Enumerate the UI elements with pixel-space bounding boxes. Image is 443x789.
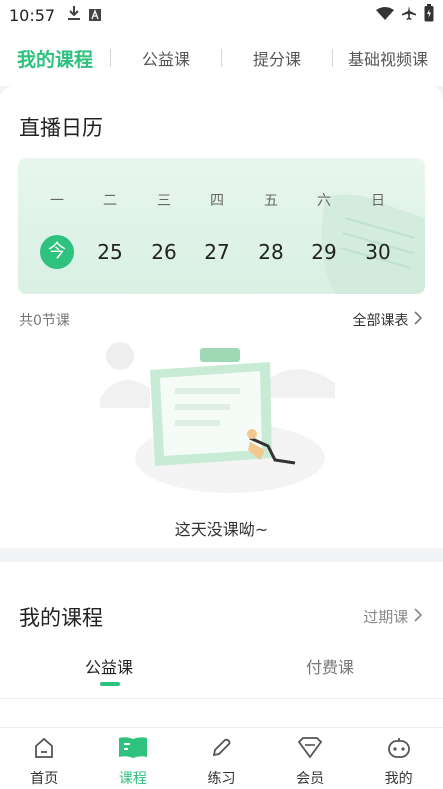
my-courses-card: 我的课程 过期课 公益课 付费课 — [0, 562, 443, 727]
nav-practice-label: 练习 — [207, 771, 236, 787]
tab-my-courses[interactable]: 我的课程 — [0, 45, 110, 72]
nav-membership[interactable]: 会员 — [266, 728, 355, 789]
empty-state-text: 这天没课呦~ — [174, 520, 269, 539]
status-bar: 10:57 — [0, 0, 443, 30]
lesson-count: 共0节课 — [19, 313, 70, 329]
nav-profile-label: 我的 — [384, 771, 413, 787]
robot-face-icon — [386, 736, 412, 764]
divider — [0, 698, 443, 699]
calendar-title: 直播日历 — [19, 116, 103, 140]
tab-public-courses[interactable]: 公益课 — [111, 46, 221, 70]
weekday-label: 三 — [157, 193, 171, 209]
date-cell[interactable]: 28 — [251, 240, 291, 264]
nav-courses-label: 课程 — [118, 771, 147, 787]
weekday-label: 一 — [50, 193, 64, 209]
all-schedule-link[interactable]: 全部课表 — [353, 310, 423, 330]
book-icon — [118, 736, 148, 764]
chevron-right-icon — [413, 608, 423, 626]
battery-icon — [424, 4, 434, 26]
chevron-right-icon — [413, 311, 423, 329]
weekday-label: 二 — [103, 193, 117, 209]
paper-decoration-icon — [321, 194, 425, 294]
weekday-label: 日 — [371, 193, 385, 209]
nav-home[interactable]: 首页 — [0, 728, 89, 789]
all-schedule-label: 全部课表 — [352, 313, 409, 329]
nav-membership-label: 会员 — [296, 771, 325, 787]
empty-board-illustration-icon — [100, 342, 335, 493]
text-a-icon — [89, 6, 102, 25]
weekday-label: 五 — [264, 193, 278, 209]
airplane-icon — [401, 5, 417, 25]
pencil-icon — [209, 736, 233, 764]
today-date[interactable]: 今 — [40, 235, 74, 269]
nav-courses[interactable]: 课程 — [89, 728, 178, 789]
status-time: 10:57 — [9, 5, 56, 25]
nav-home-label: 首页 — [30, 771, 59, 787]
home-icon — [32, 736, 56, 764]
bottom-nav: 首页 课程 练习 会员 我的 — [0, 727, 443, 789]
date-cell[interactable]: 27 — [197, 240, 237, 264]
diamond-icon — [297, 736, 323, 764]
date-cell[interactable]: 25 — [90, 240, 130, 264]
subtab-indicator — [100, 682, 120, 686]
date-cell[interactable]: 30 — [358, 240, 398, 264]
date-cell[interactable]: 26 — [144, 240, 184, 264]
weekday-label: 六 — [317, 193, 331, 209]
weekday-label: 四 — [210, 193, 224, 209]
date-cell[interactable]: 29 — [304, 240, 344, 264]
subtab-paid-courses[interactable]: 付费课 — [306, 654, 354, 678]
tab-basic-video-courses[interactable]: 基础视频课 — [333, 46, 443, 70]
my-courses-title: 我的课程 — [19, 606, 103, 630]
tab-score-courses[interactable]: 提分课 — [222, 46, 332, 70]
expired-courses-label: 过期课 — [363, 608, 409, 626]
nav-profile[interactable]: 我的 — [354, 728, 443, 789]
download-icon — [67, 5, 81, 25]
wifi-icon — [376, 6, 394, 25]
top-tab-bar: 我的课程 公益课 提分课 基础视频课 — [0, 30, 443, 86]
week-calendar: 一 二 三 四 五 六 日 今 25 26 27 28 29 30 — [18, 158, 425, 294]
expired-courses-link[interactable]: 过期课 — [363, 606, 423, 627]
live-calendar-card: 直播日历 一 二 三 四 五 六 日 今 25 26 27 28 29 30 共… — [0, 86, 443, 548]
nav-practice[interactable]: 练习 — [177, 728, 266, 789]
subtab-public-courses[interactable]: 公益课 — [85, 654, 133, 678]
